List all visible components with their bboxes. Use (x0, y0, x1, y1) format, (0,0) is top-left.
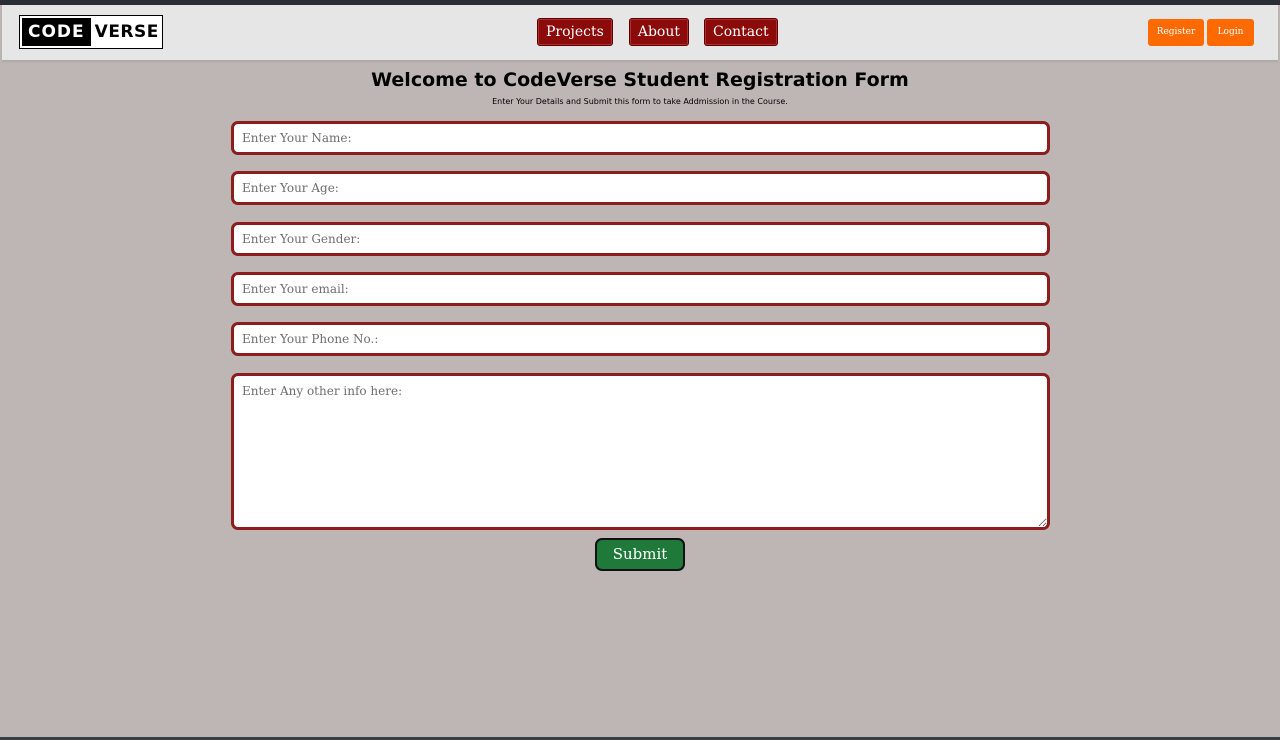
register-button[interactable]: Register (1148, 19, 1204, 46)
navbar: CODE VERSE Projects About Contact Regist… (2, 5, 1278, 60)
email-input[interactable] (231, 272, 1050, 306)
form-subtitle: Enter Your Details and Submit this form … (492, 97, 788, 106)
other-info-textarea[interactable] (231, 373, 1050, 530)
login-button[interactable]: Login (1207, 19, 1254, 46)
name-input[interactable] (231, 121, 1050, 155)
gender-input[interactable] (231, 222, 1050, 256)
nav-links: Projects About Contact (537, 18, 778, 46)
nav-projects-button[interactable]: Projects (537, 18, 613, 46)
logo-verse-text: VERSE (94, 22, 159, 42)
phone-input[interactable] (231, 322, 1050, 356)
form-title: Welcome to CodeVerse Student Registratio… (371, 69, 909, 91)
submit-button[interactable]: Submit (595, 538, 685, 571)
codeverse-logo[interactable]: CODE VERSE (19, 15, 163, 49)
nav-contact-button[interactable]: Contact (703, 18, 778, 46)
age-input[interactable] (231, 171, 1050, 205)
auth-buttons: Register Login (1148, 19, 1254, 46)
logo-code-text: CODE (22, 18, 91, 46)
nav-about-button[interactable]: About (628, 18, 689, 46)
